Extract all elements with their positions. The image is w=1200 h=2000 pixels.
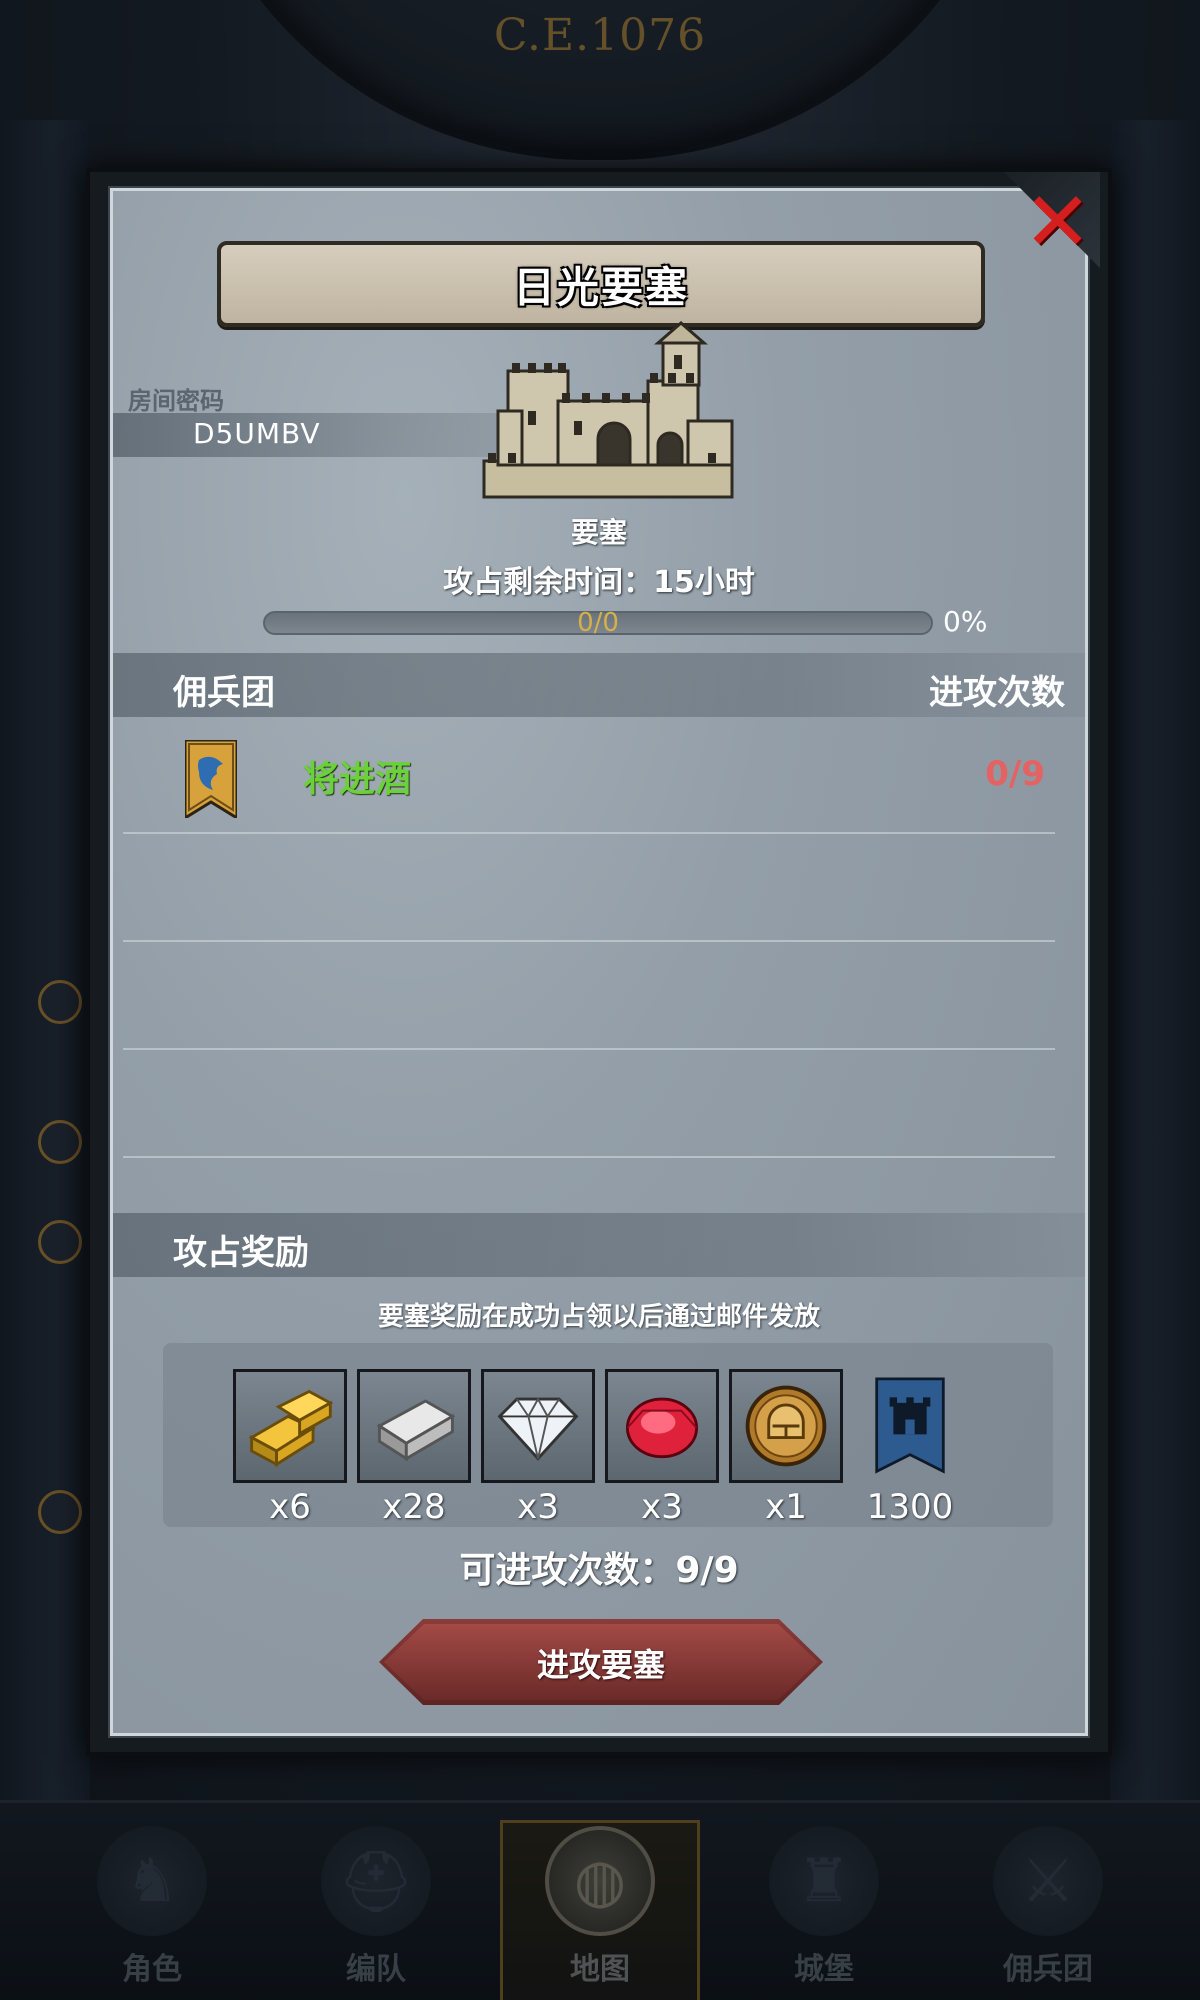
knight-helmet-coin-icon xyxy=(729,1369,843,1483)
reward-count: x3 xyxy=(641,1487,683,1527)
room-code-label: 房间密码 xyxy=(128,387,224,415)
guild-row-empty xyxy=(123,834,1055,942)
iron-bar-icon xyxy=(357,1369,471,1483)
progress-text: 0/0 xyxy=(577,608,619,638)
reward-item[interactable]: x28 xyxy=(357,1369,471,1529)
attacks-column-header: 进攻次数 xyxy=(929,673,1065,713)
dialog-panel: 日光要塞 房间密码 D5UMBV 要塞 攻占剩余时间：15小时 0/0 0% 佣… xyxy=(108,186,1090,1738)
gold-bar-icon xyxy=(233,1369,347,1483)
attacks-available: 可进攻次数：9/9 xyxy=(459,1550,739,1591)
dialog-title: 日光要塞 xyxy=(512,262,689,312)
guild-name: 将进酒 xyxy=(303,759,412,800)
guild-section-title: 佣兵团 xyxy=(173,673,275,713)
ruby-icon xyxy=(605,1369,719,1483)
reward-item[interactable]: x1 xyxy=(729,1369,843,1529)
close-icon[interactable]: ✕ xyxy=(1023,182,1092,264)
guild-section-header: 佣兵团 进攻次数 xyxy=(113,653,1085,717)
room-code: D5UMBV xyxy=(193,417,321,450)
reward-section-title: 攻占奖励 xyxy=(173,1233,309,1273)
guild-row-empty xyxy=(123,942,1055,1050)
diamond-icon xyxy=(481,1369,595,1483)
reward-count: x1 xyxy=(765,1487,807,1527)
fortress-icon xyxy=(482,321,734,499)
progress-percent: 0% xyxy=(943,605,988,638)
attack-button-label: 进攻要塞 xyxy=(536,1646,665,1684)
guild-banner-icon xyxy=(185,740,237,818)
reward-section-header: 攻占奖励 xyxy=(113,1213,1085,1277)
room-code-bar: D5UMBV xyxy=(113,413,513,457)
guild-row[interactable]: 将进酒 0/9 xyxy=(123,726,1055,834)
attack-fortress-button[interactable]: 进攻要塞 xyxy=(379,1619,823,1705)
reward-note: 要塞奖励在成功占领以后通过邮件发放 xyxy=(377,1302,820,1332)
reward-count: x3 xyxy=(517,1487,559,1527)
guild-list: 将进酒 0/9 xyxy=(123,726,1055,1158)
title-banner: 日光要塞 xyxy=(217,241,985,327)
reward-item[interactable]: x6 xyxy=(233,1369,347,1529)
fortress-type: 要塞 xyxy=(570,516,627,549)
capture-progress-bar: 0/0 xyxy=(263,608,933,638)
guild-attack-count: 0/9 xyxy=(985,754,1045,794)
fortress-dialog: 日光要塞 房间密码 D5UMBV 要塞 攻占剩余时间：15小时 0/0 0% 佣… xyxy=(86,168,1112,1756)
remaining-time: 攻占剩余时间：15小时 xyxy=(443,565,755,600)
guild-row-empty xyxy=(123,1050,1055,1158)
reward-panel: x6 x28 x3 x3 x1 1300 xyxy=(163,1343,1053,1527)
reward-count: 1300 xyxy=(866,1487,954,1527)
reward-item[interactable]: 1300 xyxy=(853,1369,967,1529)
reward-item[interactable]: x3 xyxy=(481,1369,595,1529)
reward-count: x28 xyxy=(382,1487,446,1527)
reward-item[interactable]: x3 xyxy=(605,1369,719,1529)
castle-banner-icon xyxy=(853,1369,967,1483)
reward-count: x6 xyxy=(269,1487,311,1527)
